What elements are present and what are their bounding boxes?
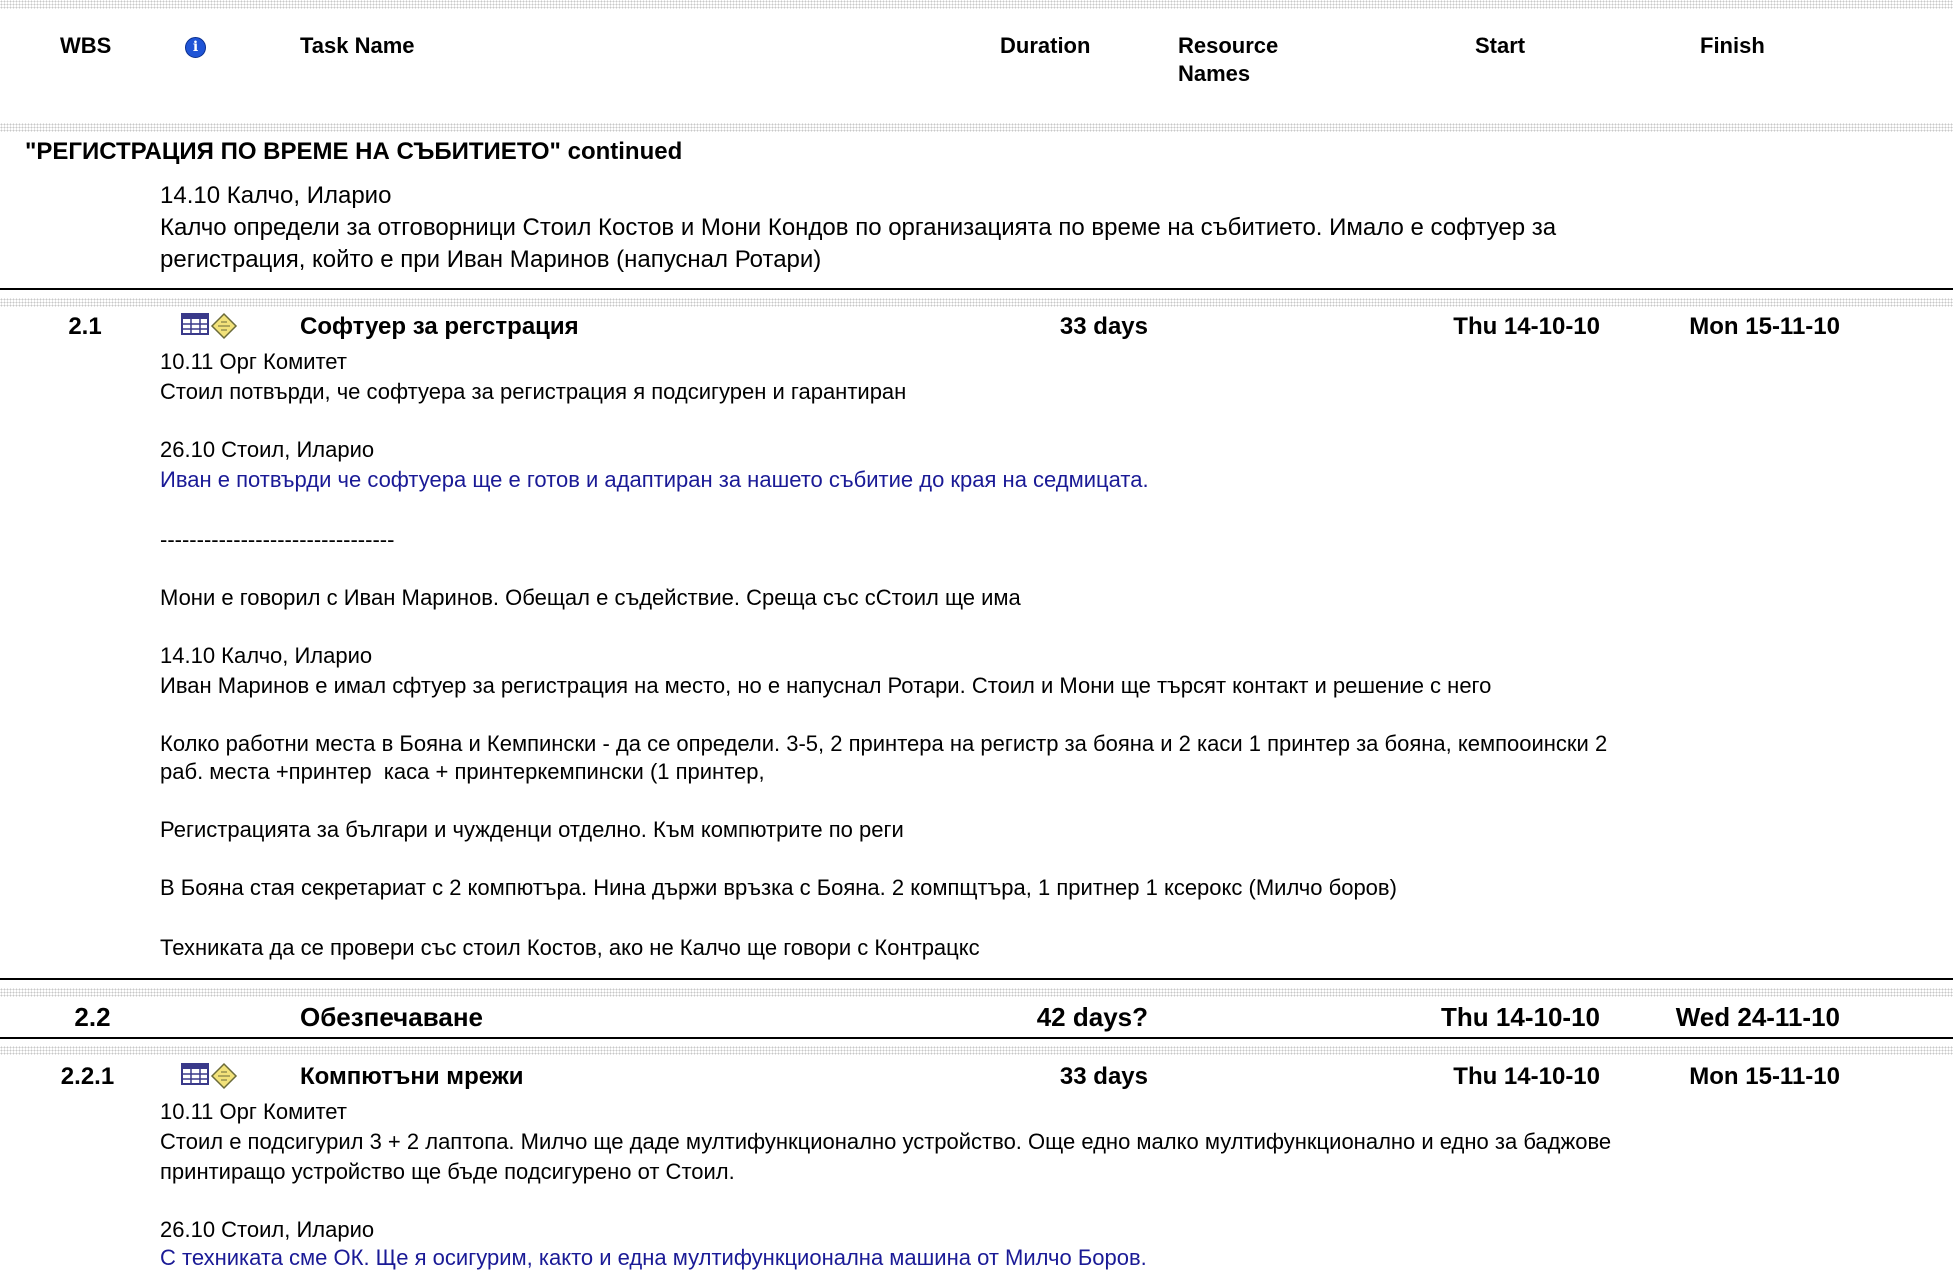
note-line-blue: С техниката сме ОК. Ще я осигурим, както… — [160, 1245, 1147, 1270]
note-line: 14.10 Калчо, Иларио — [160, 643, 373, 668]
col-header-duration: Duration — [1000, 33, 1091, 58]
notes-indicator-icon — [181, 1062, 238, 1090]
note-line: В Бояна стая секретариат с 2 компютъра. … — [160, 875, 1397, 900]
note-line: 26.10 Стоил, Иларио — [160, 1217, 375, 1242]
note-line: 10.11 Орг Комитет — [160, 349, 347, 374]
note-divider-text: -------------------------------- — [160, 527, 395, 552]
col-header-resource-names: Resource Names — [1178, 32, 1278, 88]
task-wbs: 2.2.1 — [60, 1063, 115, 1090]
col-header-task-name: Task Name — [300, 33, 415, 58]
header-top-dots — [0, 0, 1953, 9]
summary-task-start: Thu 14-10-10 — [1441, 1002, 1600, 1032]
col-header-wbs: WBS — [60, 33, 112, 58]
row-divider — [0, 978, 1953, 980]
row-divider — [0, 1037, 1953, 1039]
task-duration: 33 days — [1059, 313, 1148, 340]
task-finish: Mon 15-11-10 — [1689, 1063, 1840, 1090]
summary-task-finish: Wed 24-11-10 — [1675, 1002, 1840, 1032]
task-finish: Mon 15-11-10 — [1689, 313, 1840, 340]
note-line: Техниката да се провери със стоил Костов… — [160, 935, 980, 960]
task-wbs: 2.1 — [68, 313, 102, 340]
note-line: 26.10 Стоил, Иларио — [160, 437, 375, 462]
note-line: Иван Маринов е имал сфтуер за регистраци… — [160, 673, 1492, 698]
task-name: Софтуер за регстрация — [300, 313, 579, 340]
continued-note-text: Калчо определи за отговорници Стоил Кост… — [160, 214, 1557, 241]
separator-dots — [0, 1046, 1953, 1055]
note-line: Стоил е подсигурил 3 + 2 лаптопа. Милчо … — [160, 1129, 1612, 1154]
note-line-blue: Иван е потвърди че софтуера ще е готов и… — [160, 467, 1149, 492]
col-header-resource-line2: Names — [1178, 61, 1251, 86]
summary-task-wbs: 2.2 — [74, 1002, 111, 1032]
task-start: Thu 14-10-10 — [1453, 1063, 1600, 1090]
task-start: Thu 14-10-10 — [1453, 313, 1600, 340]
col-header-resource-line1: Resource — [1178, 33, 1279, 58]
notes-indicator-icon — [181, 312, 238, 340]
continued-note-date: 14.10 Калчо, Иларио — [160, 182, 392, 209]
task-duration: 33 days — [1059, 1063, 1148, 1090]
row-divider — [0, 288, 1953, 290]
summary-task-name: Обезпечаване — [300, 1002, 484, 1032]
info-icon: i — [185, 37, 206, 58]
separator-dots — [0, 123, 1953, 132]
summary-task-duration: 42 days? — [1036, 1002, 1148, 1032]
note-line: Регистрацията за българи и чужденци отде… — [160, 817, 904, 842]
col-header-finish: Finish — [1700, 33, 1765, 58]
note-line: раб. места +принтер каса + принтеркемпин… — [160, 759, 765, 784]
note-line: Колко работни места в Бояна и Кемпински … — [160, 731, 1608, 756]
continued-title: "РЕГИСТРАЦИЯ ПО ВРЕМЕ НА СЪБИТИЕТО" cont… — [25, 138, 683, 165]
separator-dots — [0, 988, 1953, 997]
note-line: Стоил потвърди, че софтуера за регистрац… — [160, 379, 907, 404]
note-line: принтиращо устройство ще бъде подсигурен… — [160, 1159, 735, 1184]
col-header-start: Start — [1475, 33, 1526, 58]
note-line: 10.11 Орг Комитет — [160, 1099, 347, 1124]
task-name: Компютъни мрежи — [300, 1063, 524, 1090]
separator-dots — [0, 298, 1953, 307]
note-line: Мони е говорил с Иван Маринов. Обещал е … — [160, 585, 1021, 610]
continued-note-text-2: регистрация, който е при Иван Маринов (н… — [160, 246, 822, 273]
